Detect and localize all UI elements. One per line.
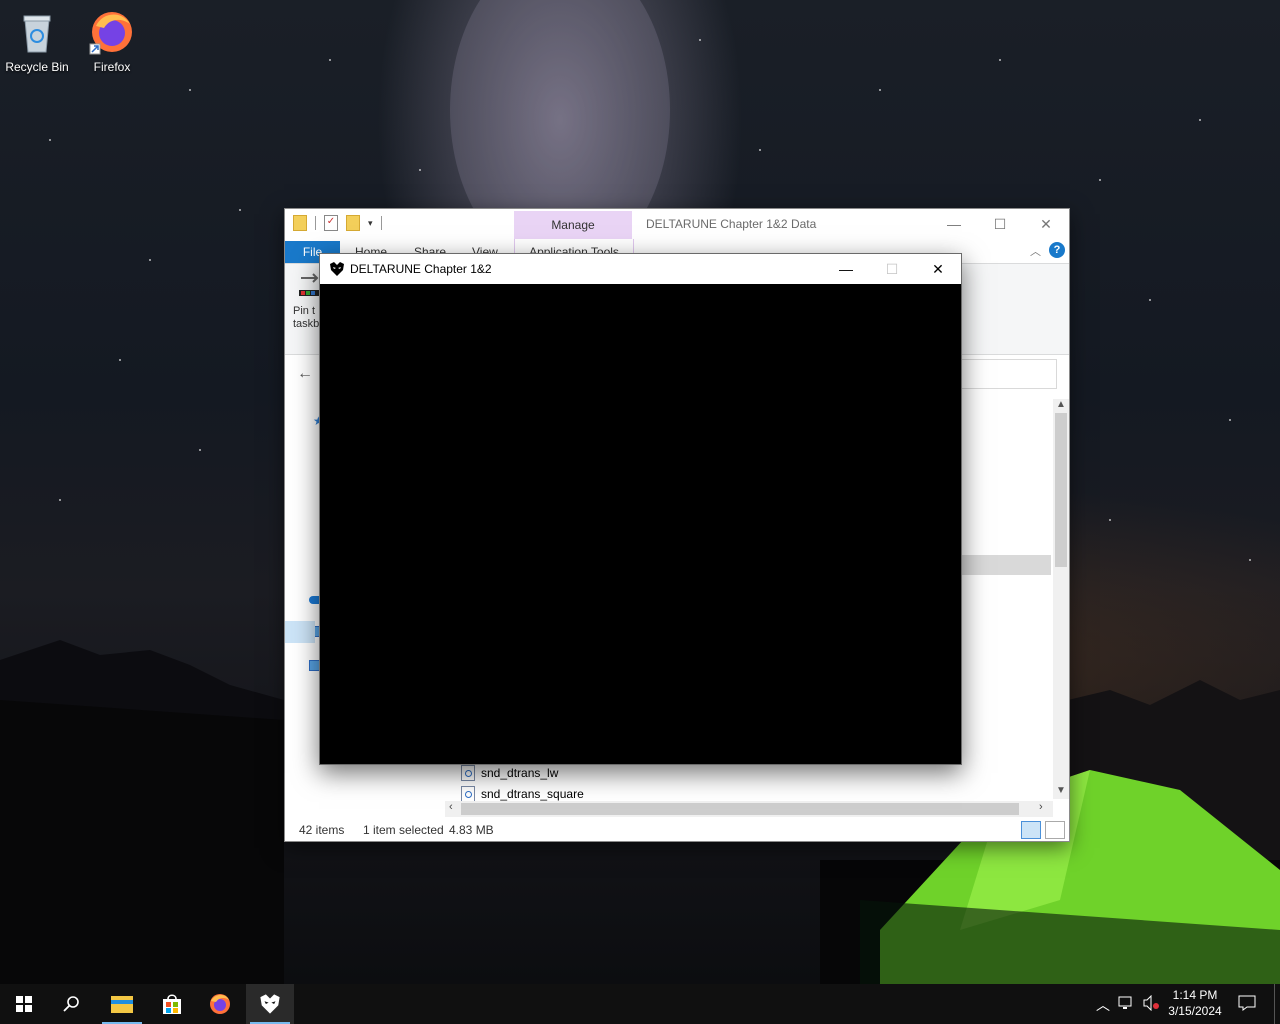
list-item[interactable]: snd_dtrans_lw <box>461 763 558 783</box>
desktop-icon-recycle-bin[interactable]: Recycle Bin <box>0 8 74 74</box>
scroll-right-icon[interactable]: › <box>1039 801 1043 813</box>
properties-icon[interactable]: ✓ <box>324 215 338 231</box>
scroll-down-icon[interactable]: ▼ <box>1056 785 1066 796</box>
windows-logo-icon <box>16 996 32 1012</box>
start-button[interactable] <box>0 984 48 1024</box>
system-clock[interactable]: 1:14 PM 3/15/2024 <box>1163 987 1227 1019</box>
game-canvas[interactable] <box>320 284 961 764</box>
search-icon <box>63 996 79 1012</box>
search-input[interactable] <box>959 359 1057 389</box>
action-center-icon[interactable] <box>1238 995 1256 1014</box>
file-name: snd_dtrans_lw <box>481 766 559 780</box>
deltarune-logo-icon <box>260 994 280 1014</box>
details-view-button[interactable] <box>1021 821 1041 839</box>
deltarune-logo-icon <box>330 262 344 276</box>
taskbar: ︿ 1:14 PM 3/15/2024 <box>0 984 1280 1024</box>
explorer-titlebar[interactable]: ✓ ▾ Manage DELTARUNE Chapter 1&2 Data — … <box>285 209 1069 239</box>
nav-pane-selected-item[interactable] <box>285 621 315 643</box>
selected-file-row[interactable] <box>961 555 1051 575</box>
selection-size: 4.83 MB <box>449 823 494 837</box>
scroll-thumb[interactable] <box>1055 413 1067 567</box>
separator <box>380 216 382 230</box>
horizontal-scrollbar[interactable]: ‹ › <box>445 801 1053 817</box>
scroll-left-icon[interactable]: ‹ <box>449 801 453 813</box>
scroll-up-icon[interactable]: ▲ <box>1056 399 1066 410</box>
firefox-label: Firefox <box>93 60 131 74</box>
taskbar-firefox[interactable] <box>196 984 244 1024</box>
folder-icon <box>293 215 307 231</box>
item-count: 42 items <box>299 823 345 837</box>
quick-access-toolbar: ✓ ▾ <box>293 215 382 231</box>
maximize-button[interactable]: ☐ <box>977 209 1023 239</box>
back-arrow-icon[interactable]: ← <box>297 365 313 383</box>
taskbar-deltarune[interactable] <box>246 984 294 1024</box>
clock-date: 3/15/2024 <box>1168 1004 1222 1018</box>
recycle-bin-icon <box>23 15 51 53</box>
show-desktop-button[interactable] <box>1274 984 1280 1024</box>
firefox-icon <box>89 12 132 55</box>
new-folder-icon[interactable] <box>346 215 360 231</box>
audio-file-icon <box>461 765 475 781</box>
taskbar-microsoft-store[interactable] <box>148 984 196 1024</box>
deltarune-game-window[interactable]: DELTARUNE Chapter 1&2 — ☐ ✕ <box>319 253 962 765</box>
scroll-thumb[interactable] <box>461 803 1019 815</box>
selection-status: 1 item selected <box>363 823 444 837</box>
manage-tab[interactable]: Manage <box>514 211 632 239</box>
network-icon[interactable] <box>1118 995 1136 1014</box>
file-name: snd_dtrans_square <box>481 787 584 801</box>
separator <box>315 216 316 230</box>
store-icon <box>163 994 181 1014</box>
explorer-window-title: DELTARUNE Chapter 1&2 Data <box>646 217 817 231</box>
game-titlebar[interactable]: DELTARUNE Chapter 1&2 — ☐ ✕ <box>320 254 961 284</box>
large-icons-view-button[interactable] <box>1045 821 1065 839</box>
pin-to-taskbar-icon[interactable] <box>297 272 321 300</box>
taskbar-file-explorer[interactable] <box>98 984 146 1024</box>
clock-time: 1:14 PM <box>1172 988 1218 1002</box>
maximize-button: ☐ <box>885 260 899 277</box>
firefox-icon <box>210 994 230 1014</box>
pin-to-taskbar-label[interactable]: Pin t taskb <box>293 305 319 331</box>
minimize-button[interactable]: — <box>823 254 869 284</box>
collapse-ribbon-icon[interactable]: ︿ <box>1030 243 1041 259</box>
status-bar: 42 items 1 item selected 4.83 MB <box>285 819 1069 841</box>
help-icon[interactable]: ? <box>1049 242 1065 258</box>
desktop-icon-firefox[interactable]: Firefox <box>75 8 149 74</box>
volume-muted-icon[interactable] <box>1142 994 1160 1014</box>
vertical-scrollbar[interactable]: ▲ ▼ <box>1053 399 1069 799</box>
close-button[interactable]: ✕ <box>1023 209 1069 239</box>
audio-file-icon <box>461 786 475 802</box>
game-window-title: DELTARUNE Chapter 1&2 <box>350 262 492 276</box>
minimize-button[interactable]: — <box>931 209 977 239</box>
file-explorer-icon <box>111 996 133 1013</box>
close-button[interactable]: ✕ <box>915 254 961 284</box>
qat-dropdown-icon[interactable]: ▾ <box>368 218 373 229</box>
show-hidden-icons-chevron-icon[interactable]: ︿ <box>1096 995 1110 1015</box>
search-button[interactable] <box>48 984 96 1024</box>
recycle-bin-label: Recycle Bin <box>5 60 69 74</box>
